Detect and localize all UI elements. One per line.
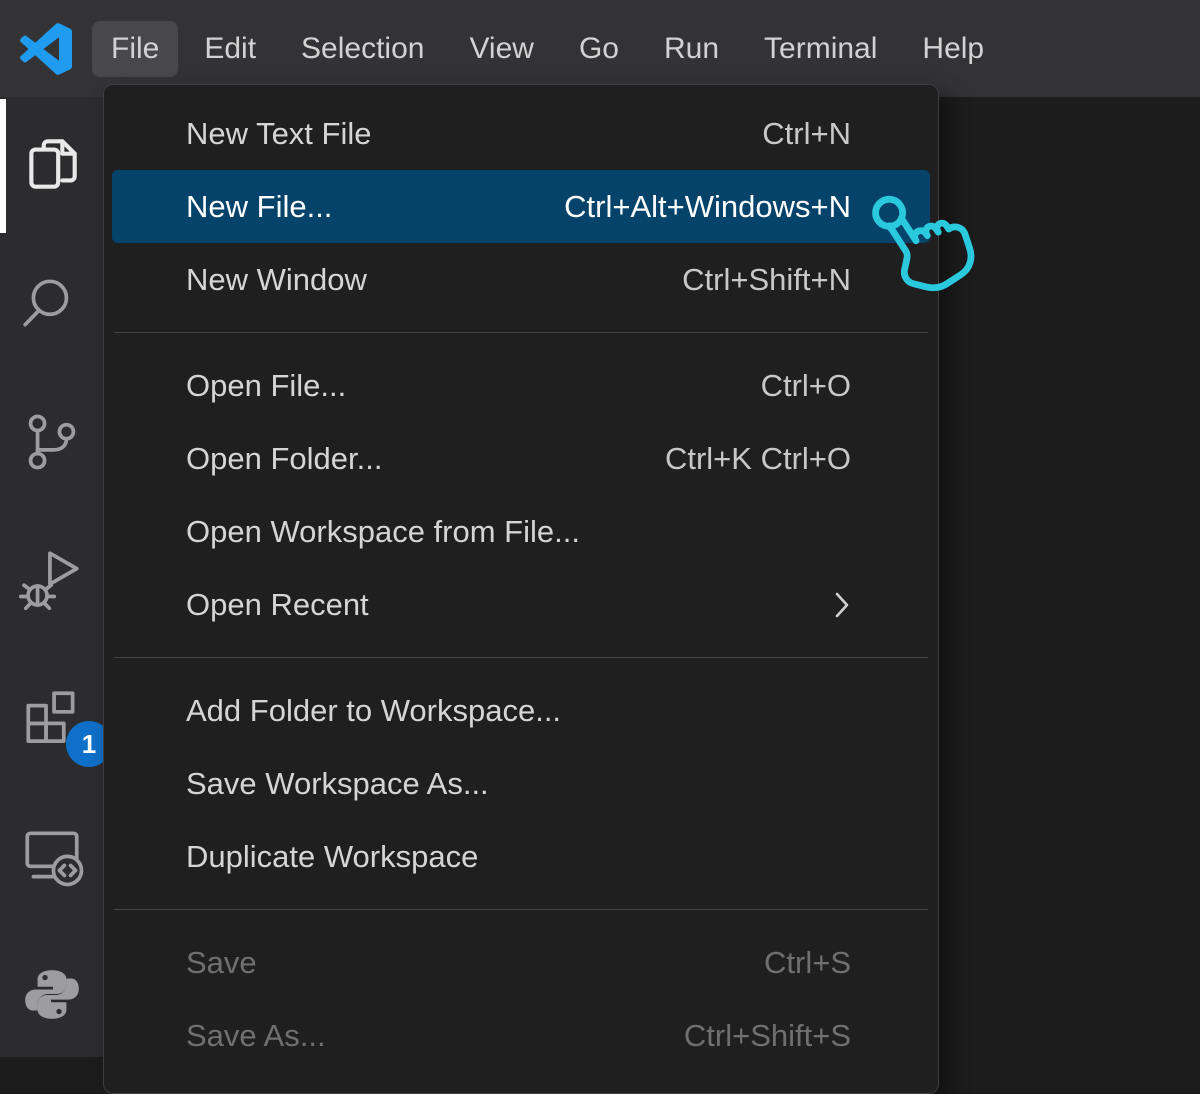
sidebar-item-explorer[interactable]: [0, 97, 103, 235]
source-control-icon: [19, 409, 85, 475]
run-debug-icon: [19, 547, 85, 613]
menu-item-label: Add Folder to Workspace...: [186, 693, 561, 729]
menu-item-shortcut: Ctrl+Shift+S: [684, 1018, 851, 1054]
menu-item-label: Save As...: [186, 1018, 326, 1054]
file-menu: New Text File Ctrl+N New File... Ctrl+Alt+W…: [103, 84, 939, 1094]
submenu-chevron-icon: [833, 590, 851, 620]
menu-item-save: Save Ctrl+S: [112, 926, 930, 999]
menubar-item-terminal[interactable]: Terminal: [745, 21, 896, 77]
menu-item-new-window[interactable]: New Window Ctrl+Shift+N: [112, 243, 930, 316]
menu-item-label: New File...: [186, 189, 332, 225]
menu-item-label: Open Workspace from File...: [186, 514, 580, 550]
menu-separator: [114, 657, 928, 658]
menu-separator: [114, 909, 928, 910]
menu-item-open-file[interactable]: Open File... Ctrl+O: [112, 349, 930, 422]
menu-item-shortcut: Ctrl+S: [764, 945, 851, 981]
menu-item-label: Save Workspace As...: [186, 766, 489, 802]
sidebar-item-extensions[interactable]: 1: [0, 649, 103, 787]
menu-item-shortcut: Ctrl+O: [761, 368, 851, 404]
menubar-item-view[interactable]: View: [450, 21, 552, 77]
menu-item-label: New Window: [186, 262, 367, 298]
menu-item-new-text-file[interactable]: New Text File Ctrl+N: [112, 97, 930, 170]
menu-item-open-workspace-from-file[interactable]: Open Workspace from File...: [112, 495, 930, 568]
menu-item-label: Open File...: [186, 368, 346, 404]
active-item-indicator: [0, 99, 6, 233]
menubar-item-edit[interactable]: Edit: [185, 21, 275, 77]
menubar-item-selection[interactable]: Selection: [282, 21, 443, 77]
menu-item-shortcut: Ctrl+Alt+Windows+N: [564, 189, 851, 225]
search-icon: [19, 271, 85, 337]
sidebar-item-run-debug[interactable]: [0, 511, 103, 649]
menu-item-label: New Text File: [186, 116, 372, 152]
menu-item-shortcut: Ctrl+Shift+N: [682, 262, 851, 298]
menu-item-label: Duplicate Workspace: [186, 839, 478, 875]
menu-item-label: Open Folder...: [186, 441, 382, 477]
sidebar-item-source-control[interactable]: [0, 373, 103, 511]
sidebar-item-remote-explorer[interactable]: [0, 787, 103, 925]
sidebar-item-search[interactable]: [0, 235, 103, 373]
menubar-items: FileEditSelectionViewGoRunTerminalHelp: [92, 21, 1010, 77]
menu-item-label: Save: [186, 945, 257, 981]
menu-separator: [114, 332, 928, 333]
menubar-item-help[interactable]: Help: [903, 21, 1003, 77]
activity-bar: 1: [0, 97, 103, 1057]
menu-item-duplicate-workspace[interactable]: Duplicate Workspace: [112, 820, 930, 893]
menu-item-new-file[interactable]: New File... Ctrl+Alt+Windows+N: [112, 170, 930, 243]
menu-item-save-as: Save As... Ctrl+Shift+S: [112, 999, 930, 1072]
menu-item-label: Open Recent: [186, 587, 369, 623]
menu-item-open-folder[interactable]: Open Folder... Ctrl+K Ctrl+O: [112, 422, 930, 495]
menubar-item-go[interactable]: Go: [560, 21, 638, 77]
remote-explorer-icon: [19, 823, 85, 889]
files-icon: [19, 133, 85, 199]
menubar: FileEditSelectionViewGoRunTerminalHelp: [0, 0, 1200, 97]
menu-item-add-folder-to-workspace[interactable]: Add Folder to Workspace...: [112, 674, 930, 747]
menubar-item-file[interactable]: File: [92, 21, 178, 77]
menubar-item-run[interactable]: Run: [645, 21, 738, 77]
python-icon: [19, 961, 85, 1027]
menu-item-shortcut: Ctrl+K Ctrl+O: [665, 441, 851, 477]
sidebar-item-python[interactable]: [0, 925, 103, 1063]
menu-item-save-workspace-as[interactable]: Save Workspace As...: [112, 747, 930, 820]
vscode-logo-icon: [0, 23, 92, 75]
menu-item-open-recent[interactable]: Open Recent: [112, 568, 930, 641]
menu-item-shortcut: Ctrl+N: [762, 116, 851, 152]
